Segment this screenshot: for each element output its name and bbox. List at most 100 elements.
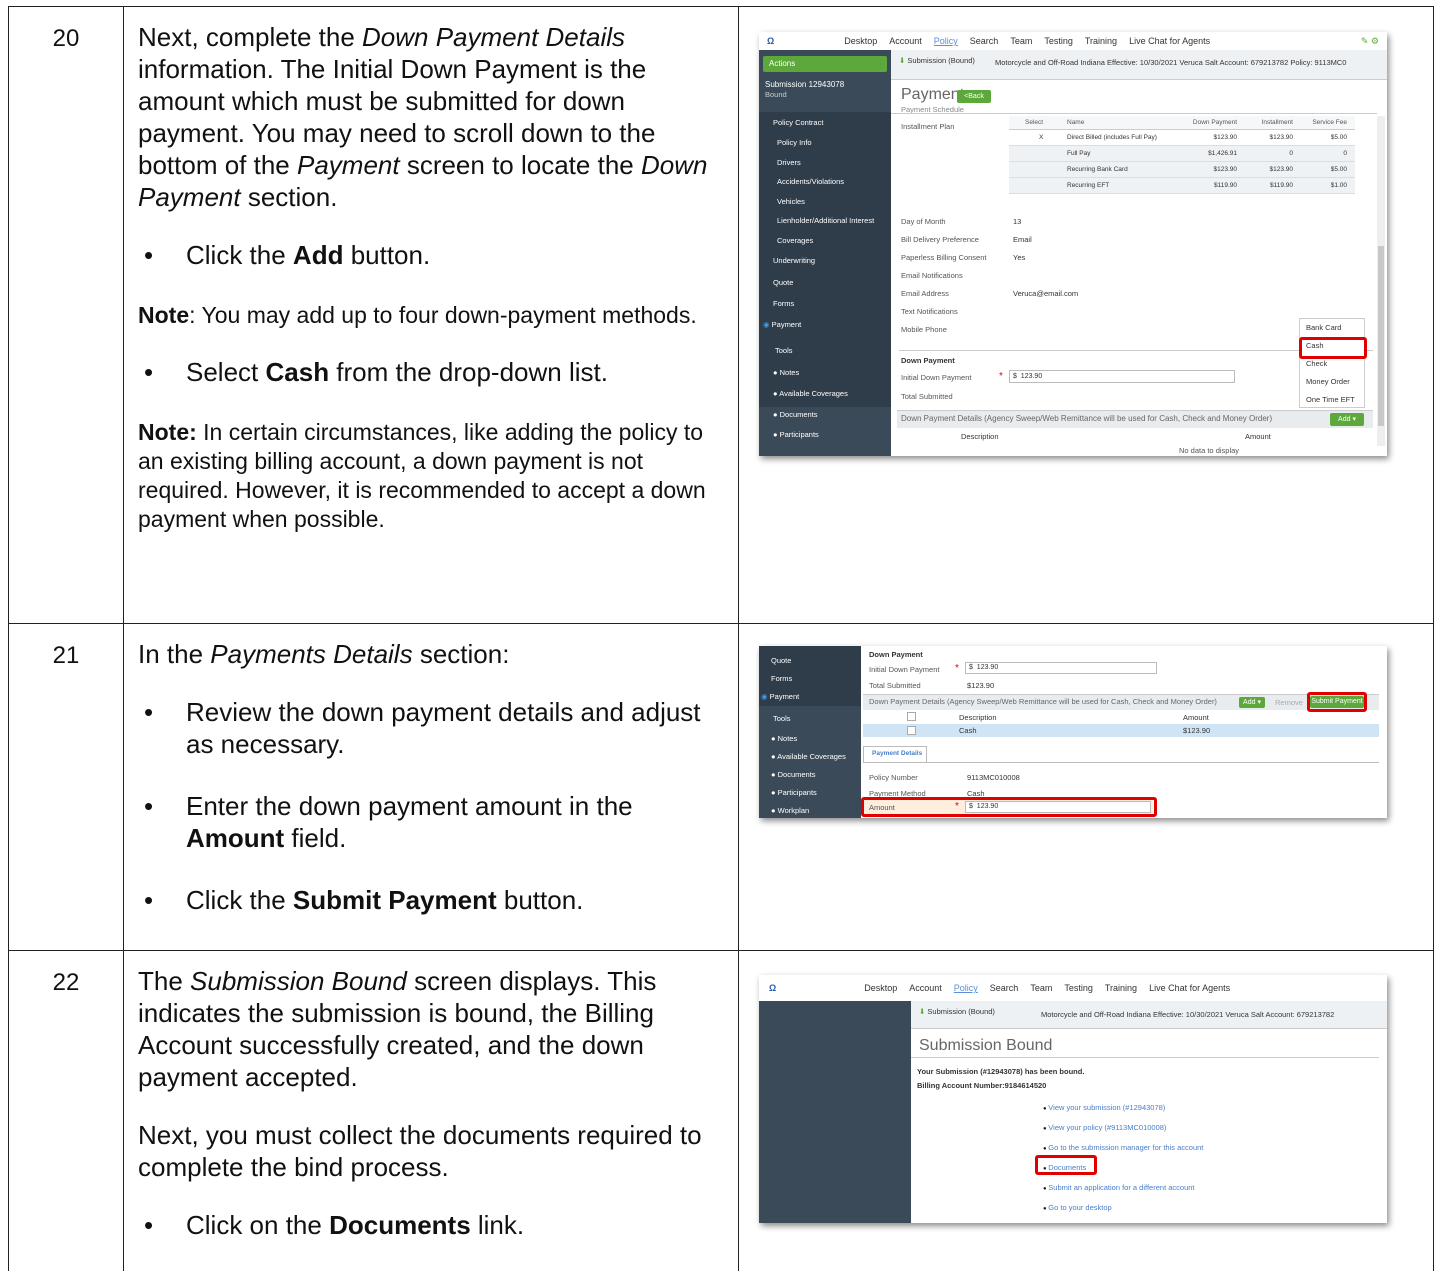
- link-view-policy[interactable]: View your policy (#9113MC010008): [1043, 1123, 1166, 1132]
- add-button[interactable]: Add ▾: [1239, 697, 1265, 708]
- down-payment-label: Down Payment: [901, 356, 955, 365]
- col-description[interactable]: Description: [961, 432, 999, 441]
- details-header: Down Payment Details (Agency Sweep/Web R…: [901, 414, 1273, 423]
- scrollbar[interactable]: [1377, 116, 1385, 446]
- nav-testing[interactable]: Testing: [1044, 36, 1073, 46]
- col-select[interactable]: Select: [1009, 119, 1057, 126]
- sidebar-item[interactable]: ● Notes: [773, 368, 799, 377]
- option-money-order[interactable]: Money Order: [1306, 377, 1350, 386]
- page-title: Submission Bound: [919, 1037, 1053, 1054]
- back-button[interactable]: <Back: [957, 90, 991, 103]
- nav-team[interactable]: Team: [1030, 983, 1052, 993]
- sidebar-item[interactable]: ● Participants: [773, 430, 819, 439]
- tab-payment-details[interactable]: Payment Details: [863, 746, 927, 762]
- sidebar-item[interactable]: Accidents/Violations: [777, 177, 844, 186]
- nav-policy[interactable]: Policy: [954, 983, 978, 993]
- sub-bar[interactable]: ⬇ Submission (Bound): [919, 1007, 995, 1016]
- nav-account[interactable]: Account: [889, 36, 922, 46]
- nav-live-chat[interactable]: Live Chat for Agents: [1149, 983, 1230, 993]
- add-button[interactable]: Add ▾: [1330, 413, 1364, 426]
- sidebar-item-payment[interactable]: ◉ Payment: [761, 692, 799, 701]
- highlight-cash: [1299, 337, 1367, 359]
- col-description[interactable]: Description: [959, 713, 997, 722]
- sidebar-item[interactable]: Forms: [771, 674, 792, 683]
- required-icon: *: [999, 371, 1003, 382]
- link-view-submission[interactable]: View your submission (#12943078): [1043, 1103, 1165, 1112]
- sub-bar[interactable]: ⬇ Submission (Bound): [899, 56, 975, 65]
- col-amount[interactable]: Amount: [1183, 713, 1209, 722]
- sidebar-item[interactable]: ● Workplan: [771, 806, 809, 815]
- sidebar-item[interactable]: Coverages: [777, 236, 813, 245]
- nav-team[interactable]: Team: [1010, 36, 1032, 46]
- col-name[interactable]: Name: [1057, 119, 1167, 126]
- nav-testing[interactable]: Testing: [1064, 983, 1093, 993]
- nav-policy[interactable]: Policy: [934, 36, 958, 46]
- sidebar-item[interactable]: Underwriting: [773, 256, 815, 265]
- col-down-payment[interactable]: Down Payment: [1167, 119, 1237, 126]
- link-different-account[interactable]: Submit an application for a different ac…: [1043, 1183, 1194, 1192]
- sidebar-tools[interactable]: Tools: [775, 346, 793, 355]
- nav-search[interactable]: Search: [990, 983, 1019, 993]
- nav-training[interactable]: Training: [1105, 983, 1137, 993]
- sidebar-item[interactable]: Quote: [771, 656, 791, 665]
- col-service-fee[interactable]: Service Fee: [1293, 119, 1351, 126]
- nav-live-chat[interactable]: Live Chat for Agents: [1129, 36, 1210, 46]
- initial-down-input[interactable]: $ 123.90: [1009, 370, 1235, 383]
- col-amount[interactable]: Amount: [1245, 432, 1271, 441]
- sidebar-item[interactable]: Forms: [773, 299, 794, 308]
- nav-desktop[interactable]: Desktop: [864, 983, 897, 993]
- nav-account[interactable]: Account: [909, 983, 942, 993]
- download-icon: ⬇: [919, 1007, 926, 1016]
- remove-button[interactable]: Remove: [1275, 698, 1303, 707]
- sidebar-item[interactable]: Vehicles: [777, 197, 805, 206]
- checkbox[interactable]: [907, 712, 916, 721]
- table-row[interactable]: Recurring Bank Card $123.90 $123.90 $5.0…: [1009, 162, 1355, 178]
- nav-search[interactable]: Search: [970, 36, 999, 46]
- field-value: Veruca@email.com: [1013, 289, 1079, 298]
- instruction-table: 20 Next, complete the Down Payment Detai…: [8, 6, 1434, 1271]
- step-number: 20: [8, 6, 124, 624]
- option-bank-card[interactable]: Bank Card: [1306, 323, 1341, 332]
- sidebar-item[interactable]: Lienholder/Additional Interest: [777, 216, 874, 225]
- row-description: Cash: [959, 726, 977, 735]
- total-submitted-label: Total Submitted: [869, 681, 921, 690]
- field-label: Day of Month: [901, 217, 946, 226]
- table-row[interactable]: Recurring EFT $119.90 $119.90 $1.00: [1009, 178, 1355, 194]
- logo-icon: Ω: [767, 36, 775, 46]
- checkbox[interactable]: [907, 726, 916, 735]
- sidebar-item[interactable]: ● Participants: [771, 788, 817, 797]
- nav-desktop[interactable]: Desktop: [844, 36, 877, 46]
- sidebar-item[interactable]: ● Available Coverages: [771, 752, 846, 761]
- link-submission-manager[interactable]: Go to the submission manager for this ac…: [1043, 1143, 1203, 1152]
- table-row[interactable]: Full Pay $1,426.91 0 0: [1009, 146, 1355, 162]
- sidebar-item-payment[interactable]: ◉ Payment: [763, 320, 801, 329]
- download-icon: ⬇: [899, 56, 906, 65]
- nav-training[interactable]: Training: [1085, 36, 1117, 46]
- sidebar-item[interactable]: Policy Info: [777, 138, 812, 147]
- link-desktop[interactable]: Go to your desktop: [1043, 1203, 1111, 1212]
- payment-method-dropdown[interactable]: Bank Card Cash Check Money Order One Tim…: [1299, 318, 1365, 408]
- initial-down-input[interactable]: $ 123.90: [965, 662, 1157, 674]
- table-row[interactable]: [863, 724, 1379, 737]
- sidebar-item[interactable]: ● Documents: [771, 770, 816, 779]
- down-payment-label: Down Payment: [869, 650, 923, 659]
- sidebar-item[interactable]: Quote: [773, 278, 793, 287]
- sidebar-tools[interactable]: Tools: [773, 714, 791, 723]
- field-label: Mobile Phone: [901, 325, 947, 334]
- highlight-submit: [1307, 692, 1367, 712]
- sidebar-item[interactable]: ● Documents: [773, 410, 818, 419]
- field-label: Email Address: [901, 289, 949, 298]
- submission-status: Bound: [765, 90, 787, 99]
- option-one-time-eft[interactable]: One Time EFT: [1306, 395, 1355, 404]
- col-installment[interactable]: Installment: [1237, 119, 1293, 126]
- table-row[interactable]: X Direct Billed (includes Full Pay) $123…: [1009, 130, 1355, 146]
- option-check[interactable]: Check: [1306, 359, 1327, 368]
- field-label: Bill Delivery Preference: [901, 235, 979, 244]
- sidebar-item[interactable]: ● Available Coverages: [773, 389, 848, 398]
- sidebar-item[interactable]: ● Notes: [771, 734, 797, 743]
- sidebar-item[interactable]: Policy Contract: [773, 118, 823, 127]
- actions-button[interactable]: Actions: [763, 56, 887, 72]
- gear-icon[interactable]: ✎ ⚙: [1361, 36, 1379, 47]
- step-number: 22: [8, 950, 124, 1271]
- sidebar-item[interactable]: Drivers: [777, 158, 801, 167]
